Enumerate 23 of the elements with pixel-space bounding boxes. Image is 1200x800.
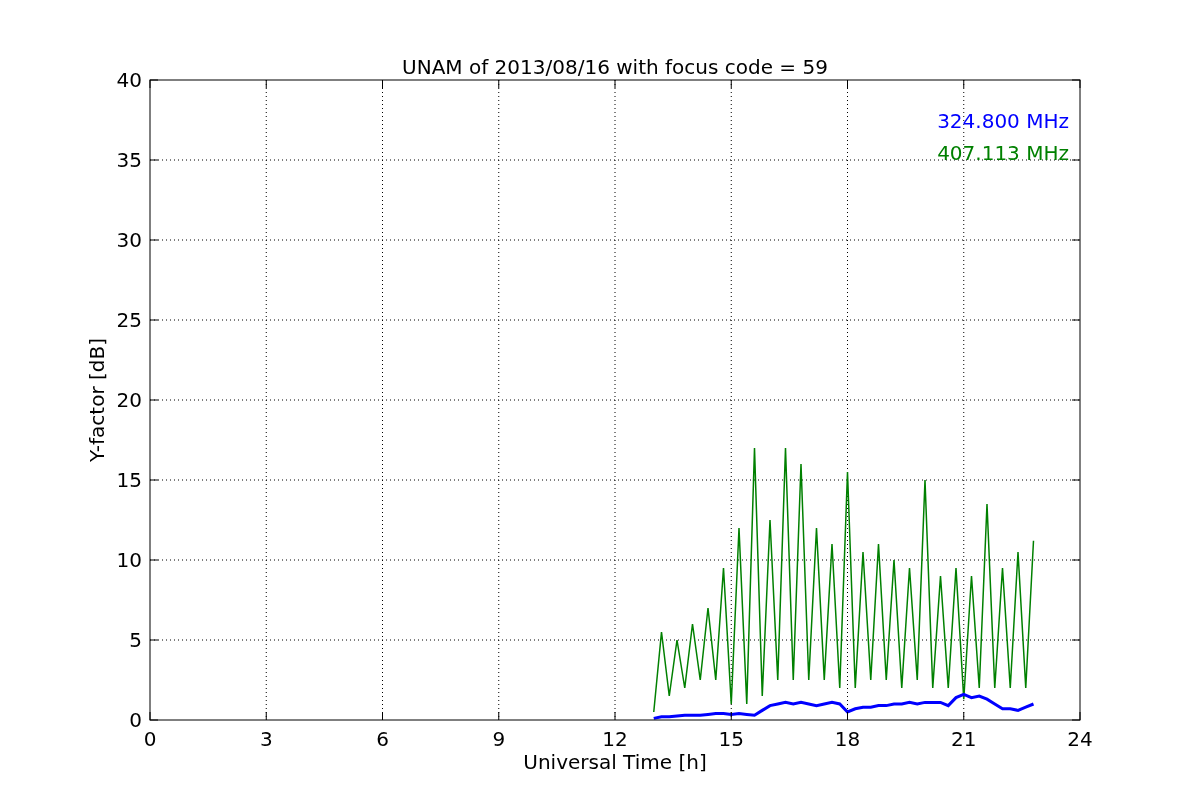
- tick-label: 6: [376, 727, 389, 751]
- chart-title: UNAM of 2013/08/16 with focus code = 59: [402, 55, 828, 79]
- tick-label: 10: [116, 548, 142, 572]
- tick-label: 18: [834, 727, 861, 751]
- legend-label: 324.800 MHz: [937, 109, 1069, 133]
- tick-label: 12: [602, 727, 628, 751]
- y-axis-label: Y-factor [dB]: [85, 338, 109, 462]
- x-axis-label: Universal Time [h]: [523, 750, 707, 774]
- tick-label: 21: [951, 727, 977, 751]
- tick-label: 9: [492, 727, 506, 751]
- tick-label: 0: [129, 708, 142, 732]
- tick-label: 5: [129, 628, 142, 652]
- tick-label: 24: [1067, 727, 1093, 751]
- tick-label: 30: [116, 228, 142, 252]
- tick-label: 25: [116, 308, 142, 332]
- tick-label: 35: [116, 148, 142, 172]
- tick-label: 40: [116, 68, 142, 92]
- tick-label: 15: [718, 727, 744, 751]
- tick-label: 15: [116, 468, 142, 492]
- legend-label: 407.113 MHz: [937, 141, 1069, 165]
- tick-label: 3: [259, 727, 273, 751]
- tick-label: 20: [116, 388, 142, 412]
- tick-label: 0: [143, 727, 157, 751]
